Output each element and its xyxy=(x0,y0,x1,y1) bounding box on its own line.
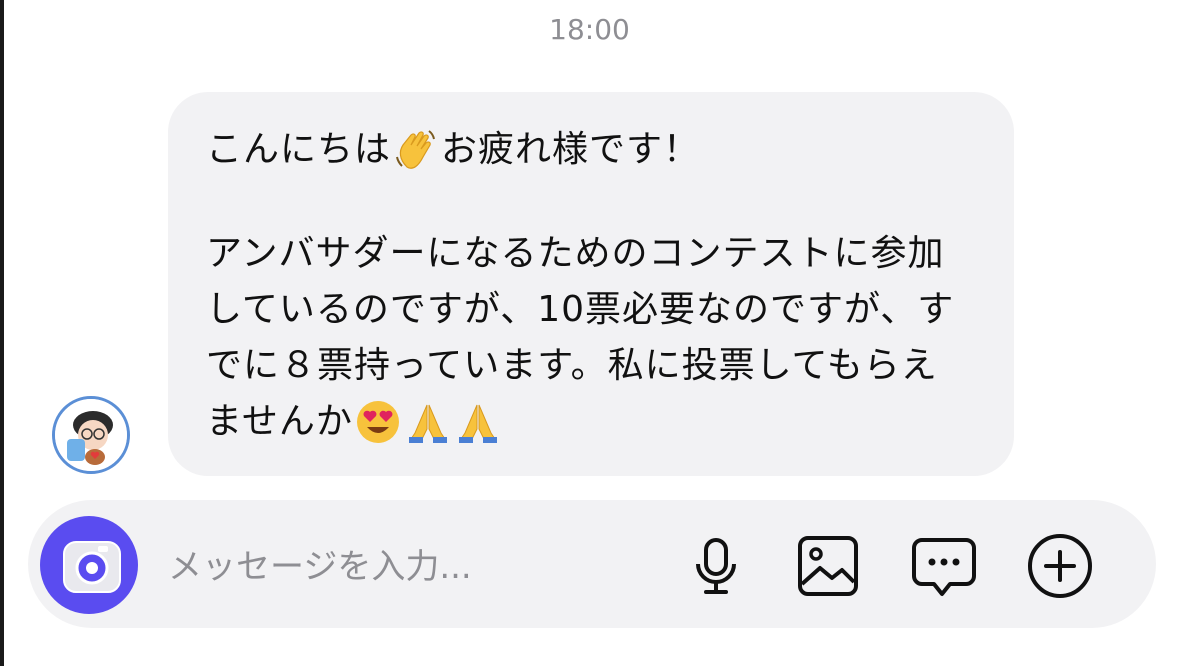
message-line-4: でに８票持っています。私に投票してもらえ xyxy=(206,345,938,386)
message-composer xyxy=(28,500,1156,628)
folded-hands-emoji xyxy=(405,399,451,445)
message-line-2: アンバサダーになるためのコンテストに参加 xyxy=(206,233,945,274)
image-icon xyxy=(798,536,858,596)
message-timestamp: 18:00 xyxy=(549,13,630,46)
left-edge-divider xyxy=(0,0,4,666)
heart-eyes-emoji xyxy=(355,399,401,445)
sender-avatar[interactable] xyxy=(52,396,130,474)
message-line-3: しているのですが、10票必要なのですが、す xyxy=(206,289,955,330)
message-paragraph-gap xyxy=(206,178,976,226)
camera-icon xyxy=(63,541,121,593)
message-input[interactable] xyxy=(166,538,640,596)
avatar-illustration xyxy=(55,399,127,471)
camera-button[interactable] xyxy=(40,516,138,614)
image-button[interactable] xyxy=(792,530,864,602)
add-button[interactable] xyxy=(1024,530,1096,602)
message-line-5: ませんか xyxy=(206,394,976,450)
sticker-button[interactable] xyxy=(908,530,980,602)
microphone-button[interactable] xyxy=(680,530,752,602)
message-greeting: こんにちは xyxy=(206,129,392,170)
message-closing-text: ませんか xyxy=(206,401,353,442)
sticker-icon xyxy=(912,538,976,596)
waving-hand-emoji xyxy=(393,127,439,173)
folded-hands-emoji xyxy=(455,399,501,445)
plus-circle-icon xyxy=(1028,534,1092,598)
microphone-icon xyxy=(696,538,736,594)
message-line-1: こんにちは お疲れ様です！ xyxy=(206,122,976,178)
message-greeting-after: お疲れ様です！ xyxy=(441,129,701,170)
message-bubble[interactable]: こんにちは お疲れ様です！ アンバサダーになるためのコンテストに参加 しているの… xyxy=(168,92,1014,476)
